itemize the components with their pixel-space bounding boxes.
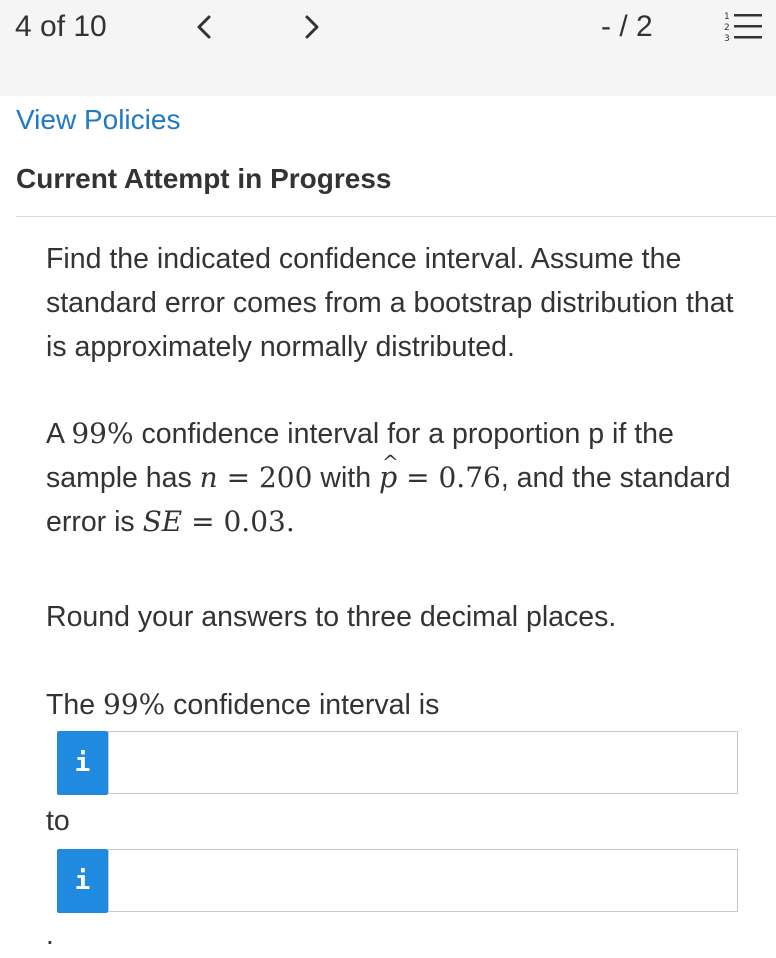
svg-text:2: 2 [724, 23, 730, 33]
view-policies-link[interactable]: View Policies [16, 104, 180, 136]
info-button-lower[interactable]: i [57, 731, 108, 795]
statement-period: . [285, 505, 295, 538]
answer-prompt-text: The [46, 689, 104, 721]
chevron-right-icon[interactable] [296, 12, 326, 42]
statement-text: with [312, 462, 379, 494]
svg-text:3: 3 [724, 34, 730, 44]
svg-text:1: 1 [724, 12, 730, 22]
question-nav-bar: 4 of 10 - / 2 1 2 3 [0, 0, 776, 96]
answer-prompt-text: confidence interval is [165, 689, 440, 721]
question-counter: 4 of 10 [15, 10, 107, 43]
info-icon: i [74, 866, 91, 896]
attempt-status-heading: Current Attempt in Progress [16, 163, 392, 194]
sample-size-value: = 200 [217, 461, 313, 494]
numbered-list-icon[interactable]: 1 2 3 [723, 9, 763, 45]
lower-bound-input[interactable] [108, 731, 738, 794]
sentence-period: . [46, 919, 54, 950]
p-hat-symbol: ^ p [378, 450, 399, 494]
statement-text: A [46, 418, 64, 450]
se-symbol: SE [142, 505, 183, 538]
info-button-upper[interactable]: i [57, 849, 108, 913]
se-value: = 0.03 [182, 505, 286, 538]
question-statement: A 99% confidence interval for a proporti… [46, 412, 761, 544]
answer-confidence-level: 99% [103, 688, 166, 721]
info-icon: i [74, 748, 91, 778]
chevron-left-icon[interactable] [190, 12, 220, 42]
sample-size-symbol: n [199, 461, 218, 494]
p-hat-value: = 0.76 [397, 461, 501, 494]
answer-prompt: The 99% confidence interval is [46, 683, 761, 727]
question-intro: Find the indicated confidence interval. … [46, 243, 734, 363]
upper-bound-input[interactable] [108, 849, 738, 912]
to-label: to [46, 805, 70, 837]
rounding-instruction: Round your answers to three decimal plac… [46, 601, 617, 633]
question-score: - / 2 [601, 10, 653, 43]
confidence-level: 99% [71, 417, 134, 450]
divider [16, 216, 776, 217]
